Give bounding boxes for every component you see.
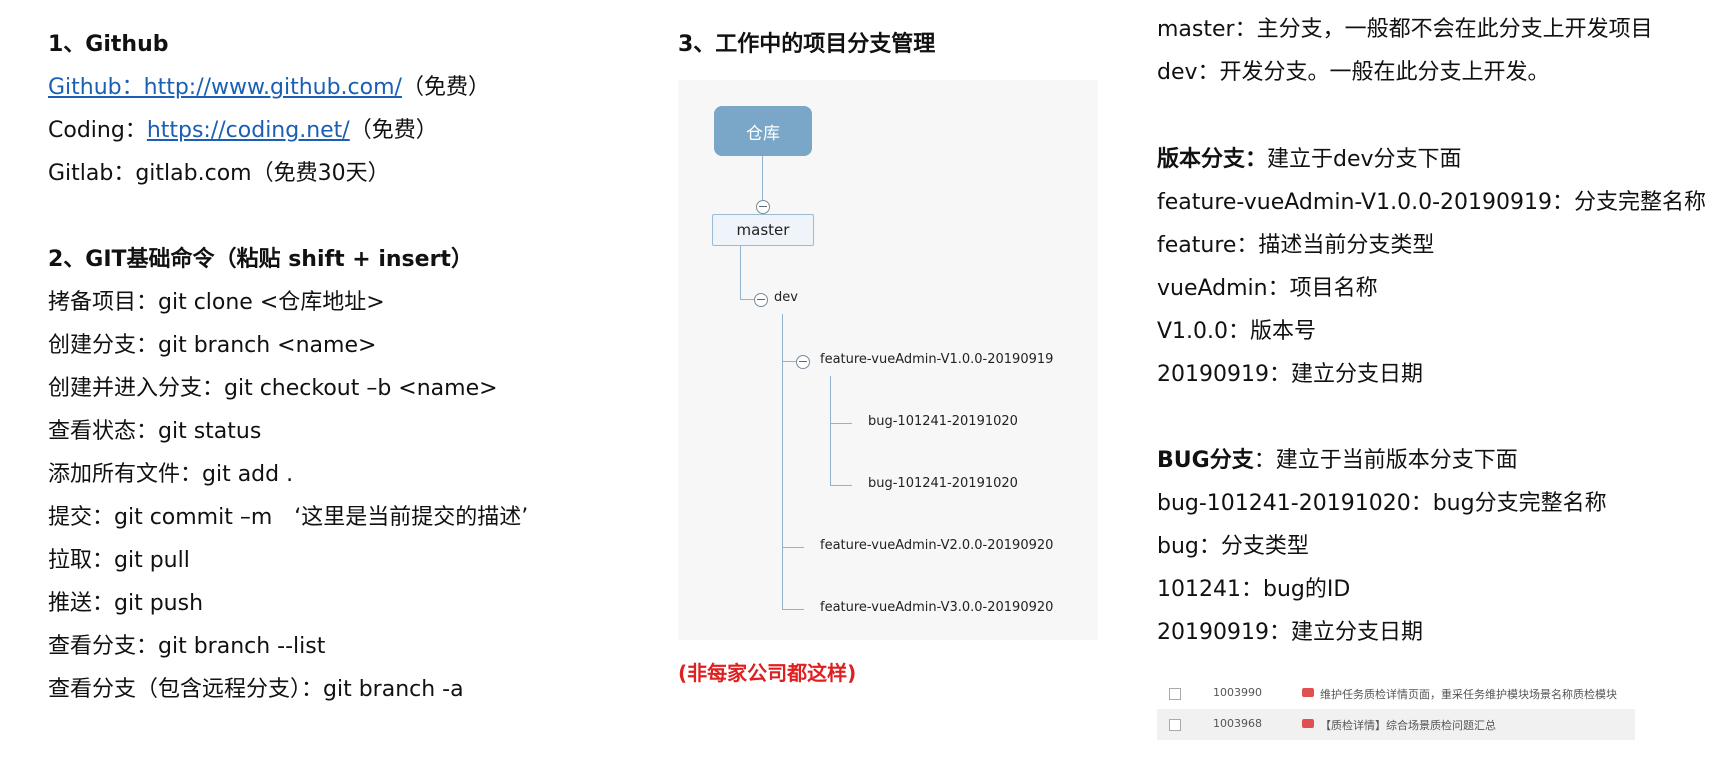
- version-branch-label: 版本分支：: [1157, 147, 1268, 172]
- connector: [830, 376, 831, 485]
- collapse-icon[interactable]: [754, 293, 768, 307]
- connector: [740, 245, 741, 299]
- feature-node: feature-vueAdmin-V1.0.0-20190919: [820, 352, 1054, 367]
- coding-suffix: （免费）: [349, 118, 438, 143]
- github-link[interactable]: Github：http://www.github.com/: [48, 75, 402, 100]
- github-suffix: （免费）: [401, 75, 490, 100]
- branch-tree-diagram: 仓库 master dev feature-vueAdmin-V1.0.0-20…: [678, 80, 1098, 640]
- coding-line: Coding：https://coding.net/（免费）: [48, 116, 438, 146]
- version-line: V1.0.0：版本号: [1157, 319, 1317, 344]
- version-line: feature：描述当前分支类型: [1157, 233, 1435, 258]
- feature-node: feature-vueAdmin-V3.0.0-20190920: [820, 600, 1054, 615]
- bug-branch-label: BUG分支: [1157, 448, 1254, 473]
- dev-node: dev: [774, 290, 798, 305]
- task-list: 1003990 维护任务质检详情页面，重采任务维护模块场景名称质检模块 1003…: [1157, 678, 1635, 740]
- command-item: 推送：git push: [48, 591, 204, 616]
- bug-line: bug：分支类型: [1157, 534, 1309, 559]
- row-checkbox[interactable]: [1169, 688, 1181, 700]
- table-row[interactable]: 1003968 【质检详情】综合场景质检问题汇总: [1157, 709, 1635, 740]
- bug-node: bug-101241-20191020: [868, 414, 1018, 429]
- connector: [782, 609, 804, 610]
- bug-line: 101241：bug的ID: [1157, 577, 1351, 602]
- command-item: 创建并进入分支：git checkout –b <name>: [48, 376, 498, 401]
- version-line: 20190919：建立分支日期: [1157, 362, 1423, 387]
- command-item: 拷备项目：git clone <仓库地址>: [48, 290, 385, 315]
- repo-node: 仓库: [714, 106, 812, 156]
- task-id: 1003990: [1213, 686, 1262, 699]
- command-item: 查看分支：git branch --list: [48, 634, 326, 659]
- feature-node: feature-vueAdmin-V2.0.0-20190920: [820, 538, 1054, 553]
- command-item: 创建分支：git branch <name>: [48, 333, 377, 358]
- connector: [782, 314, 783, 610]
- coding-link[interactable]: https://coding.net/: [147, 118, 350, 143]
- command-item: 查看分支（包含远程分支）：git branch -a: [48, 677, 464, 702]
- row-checkbox[interactable]: [1169, 719, 1181, 731]
- company-note: (非每家公司都这样): [678, 661, 857, 685]
- connector: [782, 547, 804, 548]
- version-line: vueAdmin：项目名称: [1157, 276, 1378, 301]
- connector: [782, 361, 797, 362]
- heading-git-commands: 2、GIT基础命令（粘贴 shift + insert）: [48, 247, 473, 272]
- collapse-icon[interactable]: [756, 200, 770, 214]
- connector: [830, 423, 852, 424]
- command-item: 提交：git commit –m ‘这里是当前提交的描述’: [48, 505, 529, 530]
- bug-node: bug-101241-20191020: [868, 476, 1018, 491]
- task-title[interactable]: 【质检详情】综合场景质检问题汇总: [1320, 717, 1496, 733]
- coding-prefix: Coding：: [48, 118, 147, 143]
- bug-line: bug-101241-20191020：bug分支完整名称: [1157, 491, 1607, 516]
- bug-branch-desc: ：建立于当前版本分支下面: [1253, 448, 1518, 473]
- bug-line: 20190919：建立分支日期: [1157, 620, 1423, 645]
- bug-tag-icon: [1302, 688, 1314, 697]
- command-item: 拉取：git pull: [48, 548, 190, 573]
- version-line: feature-vueAdmin-V1.0.0-20190919：分支完整名称: [1157, 190, 1706, 215]
- connector: [830, 485, 852, 486]
- master-node: master: [712, 214, 814, 246]
- dev-description: dev：开发分支。一般在此分支上开发。: [1157, 60, 1550, 85]
- heading-github: 1、Github: [48, 32, 169, 57]
- gitlab-line: Gitlab：gitlab.com（免费30天）: [48, 161, 390, 186]
- bug-branch-title: BUG分支：建立于当前版本分支下面: [1157, 446, 1518, 476]
- master-description: master：主分支，一般都不会在此分支上开发项目: [1157, 17, 1653, 42]
- github-line: Github：http://www.github.com/（免费）: [48, 73, 490, 103]
- bug-tag-icon: [1302, 719, 1314, 728]
- task-title[interactable]: 维护任务质检详情页面，重采任务维护模块场景名称质检模块: [1320, 686, 1617, 702]
- version-branch-title: 版本分支：建立于dev分支下面: [1157, 145, 1462, 175]
- table-row[interactable]: 1003990 维护任务质检详情页面，重采任务维护模块场景名称质检模块: [1157, 678, 1635, 709]
- heading-branch-management: 3、工作中的项目分支管理: [678, 32, 936, 57]
- connector: [762, 156, 763, 206]
- task-id: 1003968: [1213, 717, 1262, 730]
- version-branch-desc: 建立于dev分支下面: [1267, 147, 1462, 172]
- command-item: 添加所有文件：git add .: [48, 462, 294, 487]
- command-item: 查看状态：git status: [48, 419, 262, 444]
- collapse-icon[interactable]: [796, 355, 810, 369]
